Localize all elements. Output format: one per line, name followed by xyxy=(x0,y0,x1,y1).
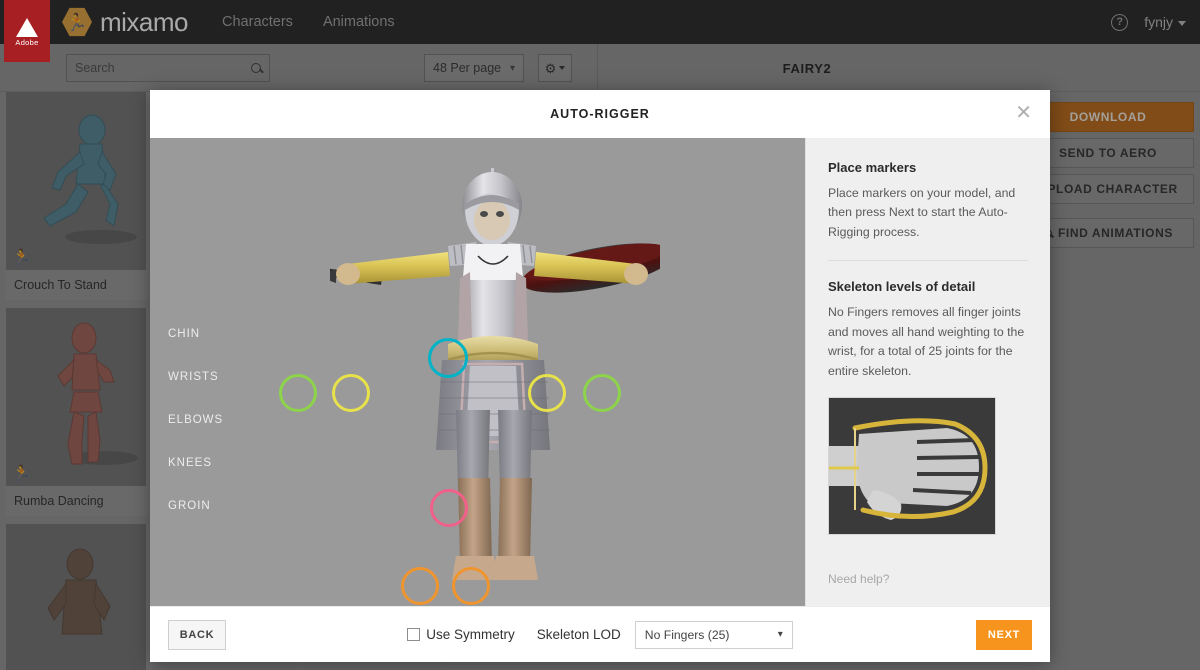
skeleton-lod-text: No Fingers removes all finger joints and… xyxy=(828,305,1025,378)
use-symmetry-label: Use Symmetry xyxy=(426,627,515,642)
marker-elbow-right[interactable] xyxy=(528,374,566,412)
back-button-label: BACK xyxy=(179,628,215,641)
marker-knee-right[interactable] xyxy=(452,567,490,605)
skeleton-lod-label: Skeleton LOD xyxy=(536,627,621,642)
next-button-label: NEXT xyxy=(987,628,1021,641)
app-root: 🏃 mixamo Characters Animations ? fynjy A… xyxy=(0,0,1200,670)
panel-divider xyxy=(828,260,1028,262)
back-button[interactable]: BACK xyxy=(168,619,226,650)
marker-chin[interactable] xyxy=(428,338,468,378)
checkbox-box[interactable] xyxy=(407,628,421,641)
marker-label-list: CHIN WRISTS ELBOWS KNEES GROIN xyxy=(168,328,223,512)
place-markers-heading: Place markers xyxy=(828,160,917,175)
need-help-link[interactable]: Need help? xyxy=(828,572,889,586)
skeleton-lod-heading: Skeleton levels of detail xyxy=(828,279,976,295)
marker-label-chin: CHIN xyxy=(168,328,201,340)
next-button[interactable]: NEXT xyxy=(976,619,1032,650)
torso-armor xyxy=(458,244,528,342)
auto-rigger-modal: AUTO-RIGGER ✕ CHIN WRISTS ELBOWS KNEES G… xyxy=(150,90,1050,662)
hand-illustration-svg xyxy=(829,397,995,534)
adobe-logo[interactable]: Adobe xyxy=(4,0,50,62)
close-icon[interactable]: ✕ xyxy=(1015,103,1032,123)
hand-wrist-weighting-illustration xyxy=(828,396,996,535)
marker-knee-left[interactable] xyxy=(401,567,439,605)
chevron-down-icon: ▾ xyxy=(777,629,783,640)
info-panel: Place markers Place markers on your mode… xyxy=(805,138,1050,606)
place-markers-text: Place markers on your model, and then pr… xyxy=(828,186,1016,239)
marker-label-groin: GROIN xyxy=(168,500,211,512)
adobe-wordmark: Adobe xyxy=(15,37,39,47)
marker-label-knees: KNEES xyxy=(168,457,212,469)
marker-wrist-left[interactable] xyxy=(279,374,317,412)
footer-center-controls: Use Symmetry Skeleton LOD No Fingers (25… xyxy=(150,620,1050,649)
marker-label-wrists: WRISTS xyxy=(168,371,219,383)
skeleton-lod-dropdown[interactable]: No Fingers (25) ▾ xyxy=(634,620,793,649)
modal-header: AUTO-RIGGER ✕ xyxy=(150,90,1050,138)
modal-body: CHIN WRISTS ELBOWS KNEES GROIN Place mar… xyxy=(150,138,1050,606)
marker-label-elbows: ELBOWS xyxy=(168,414,224,426)
marker-groin[interactable] xyxy=(430,489,468,527)
adobe-a-icon xyxy=(16,17,38,37)
model-viewport[interactable]: CHIN WRISTS ELBOWS KNEES GROIN xyxy=(150,138,805,606)
marker-elbow-left[interactable] xyxy=(332,374,370,412)
skeleton-lod-value: No Fingers (25) xyxy=(644,627,730,642)
modal-title: AUTO-RIGGER xyxy=(550,107,650,121)
use-symmetry-checkbox[interactable]: Use Symmetry xyxy=(407,627,515,642)
modal-footer: BACK Use Symmetry Skeleton LOD No Finger… xyxy=(150,606,1050,662)
boots xyxy=(452,478,538,580)
marker-wrist-right[interactable] xyxy=(583,374,621,412)
helmet xyxy=(462,168,522,248)
